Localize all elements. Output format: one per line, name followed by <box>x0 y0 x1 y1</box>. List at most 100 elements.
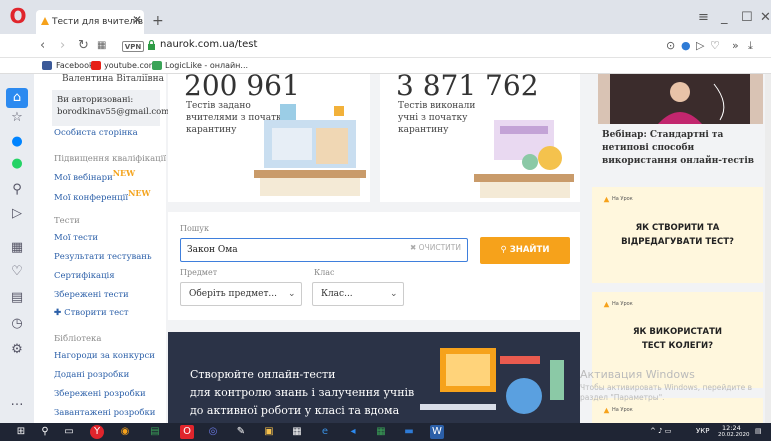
auth-line: Ви авторизовані: <box>57 95 134 105</box>
windows-activation-note: Чтобы активировать Windows, перейдите в … <box>580 383 753 402</box>
sidebar-item-create-test[interactable]: ✚ Створити тест <box>54 308 129 318</box>
stat-line: карантину <box>398 125 449 135</box>
banner-line: для контролю знань і залучення учнів <box>190 386 415 399</box>
opera-taskbar-icon[interactable]: O <box>180 425 194 439</box>
sidebar-item-my-tests[interactable]: Мої тести <box>54 233 98 243</box>
flow-icon[interactable]: ▷ <box>6 204 28 224</box>
naurok-logo-icon <box>603 407 610 414</box>
word-icon[interactable]: W <box>430 425 444 439</box>
more-icon[interactable]: » <box>732 39 739 52</box>
ad-brand: На Урок <box>612 301 633 307</box>
sidebar-item-conferences[interactable]: Мої конференціїNEW <box>54 188 150 203</box>
search-sidebar-icon[interactable]: ⚲ <box>6 180 28 200</box>
chevron-down-icon: ⌄ <box>288 289 296 299</box>
vpn-badge[interactable]: VPN <box>122 41 144 52</box>
sidebar-item-added-works[interactable]: Додані розробки <box>54 370 129 380</box>
star-icon[interactable]: ☆ <box>6 108 28 128</box>
page-scrollbar[interactable] <box>765 74 771 423</box>
tab-close-icon[interactable]: ✕ <box>132 13 142 27</box>
tray-time[interactable]: 12:24 <box>722 424 741 432</box>
subject-label: Предмет <box>180 268 218 277</box>
address-bar <box>0 34 771 58</box>
forward-icon[interactable]: › <box>60 38 65 53</box>
tray-date[interactable]: 20.02.2020 <box>718 432 750 438</box>
app-icon[interactable]: ◉ <box>118 425 132 439</box>
sidebar-item-contest-awards[interactable]: Нагороди за конкурси <box>54 351 155 361</box>
camera-icon[interactable]: ⊙ <box>666 39 675 52</box>
sidebar-item-saved-works[interactable]: Збережені розробки <box>54 389 146 399</box>
new-tab-icon[interactable]: + <box>152 13 164 29</box>
tray-icons[interactable]: ^ ♪ ▭ <box>650 427 671 435</box>
tray-lang[interactable]: УКР <box>696 427 709 435</box>
more-sidebar-icon[interactable]: … <box>6 392 28 412</box>
auth-box: Ви авторизовані: borodkinav55@gmail.com <box>52 90 170 126</box>
speed-dial-icon[interactable]: ▦ <box>97 40 106 51</box>
news-icon[interactable]: ▤ <box>6 288 28 308</box>
sidebar-item-test-results[interactable]: Результати тестувань <box>54 252 152 262</box>
webinar-title-line[interactable]: використання онлайн-тестів <box>602 156 754 166</box>
naurok-favicon-icon <box>41 17 49 25</box>
heart-sidebar-icon[interactable]: ♡ <box>6 262 28 282</box>
webinar-title-line[interactable]: Вебінар: Стандартні та <box>602 130 723 140</box>
url-input[interactable]: naurok.com.ua/test <box>160 39 257 50</box>
whatsapp-icon[interactable]: ● <box>6 154 28 174</box>
windows-start-icon[interactable]: ⊞ <box>14 425 28 439</box>
naurok-logo-icon <box>603 196 610 203</box>
desk-illustration <box>474 120 574 198</box>
bookmark-facebook[interactable]: Facebook <box>56 59 94 73</box>
opera-logo-icon[interactable]: O <box>8 6 28 26</box>
settings-icon[interactable]: ⚙ <box>6 340 28 360</box>
banner-line: до активної роботи у класі та вдома <box>190 404 400 417</box>
find-button[interactable]: ⚲ ЗНАЙТИ <box>480 237 570 264</box>
grid-icon[interactable]: ▦ <box>6 238 28 258</box>
facebook-icon <box>42 61 52 70</box>
ad-title-line: ВІДРЕДАГУВАТИ ТЕСТ? <box>621 237 734 247</box>
find-label: ЗНАЙТИ <box>509 245 550 255</box>
clear-search-button[interactable]: ✖ ОЧИСТИТИ <box>410 243 461 252</box>
edge-icon[interactable]: e <box>318 425 332 439</box>
heart-icon[interactable]: ♡ <box>710 39 720 52</box>
history-icon[interactable]: ◷ <box>6 314 28 334</box>
telegram-icon[interactable]: ◂ <box>346 425 360 439</box>
search-icon: ⚲ <box>500 245 510 255</box>
webinar-title-line[interactable]: нетипові способи <box>602 143 694 153</box>
minimize-icon[interactable]: _ <box>721 10 728 25</box>
close-window-icon[interactable]: ✕ <box>760 10 771 25</box>
store-icon[interactable]: ▣ <box>262 425 276 439</box>
subject-select[interactable]: Оберіть предмет... <box>180 282 302 306</box>
app-icon[interactable]: ▬ <box>402 425 416 439</box>
shield-icon[interactable]: ● <box>681 39 691 52</box>
logiclike-icon <box>152 61 162 70</box>
maximize-icon[interactable]: ☐ <box>741 10 753 25</box>
sidebar-item-certification[interactable]: Сертифікація <box>54 271 115 281</box>
tab-title: Тести для вчителів різни <box>52 17 144 27</box>
messenger-icon[interactable]: ● <box>6 132 28 152</box>
ad-title-line: ЯК ВИКОРИСТАТИ <box>632 327 723 337</box>
back-icon[interactable]: ‹ <box>40 38 45 53</box>
bookmark-youtube[interactable]: youtube.com <box>104 59 157 73</box>
task-view-icon[interactable]: ▭ <box>62 425 76 439</box>
browser-tab[interactable]: Тести для вчителів різни <box>36 10 144 34</box>
taskbar-search-icon[interactable]: ⚲ <box>38 425 52 439</box>
reload-icon[interactable]: ↻ <box>78 38 89 53</box>
menu-icon[interactable]: ≡ <box>698 10 709 25</box>
calculator-icon[interactable]: ▦ <box>290 425 304 439</box>
viber-icon[interactable]: ◎ <box>206 425 220 439</box>
notifications-icon[interactable]: ▤ <box>755 427 762 435</box>
sidebar-item-saved-tests[interactable]: Збережені тести <box>54 290 129 300</box>
sidebar-item-webinars[interactable]: Мої вебінариNEW <box>54 168 135 183</box>
sidebar-item-personal-page[interactable]: Особиста сторінка <box>54 128 138 138</box>
yandex-icon[interactable]: Y <box>90 425 104 439</box>
send-icon[interactable]: ▷ <box>696 39 704 52</box>
download-icon[interactable]: ⤓ <box>748 39 753 53</box>
auth-email: borodkinav55@gmail.com <box>57 107 170 117</box>
home-icon[interactable]: ⌂ <box>6 88 28 108</box>
windows-activation-watermark: Активация Windows <box>580 368 695 381</box>
ad-title: ЯК ВИКОРИСТАТИ ТЕСТ КОЛЕГИ? <box>592 325 763 353</box>
app-icon[interactable]: ✎ <box>234 425 248 439</box>
create-test-label: Створити тест <box>64 308 129 318</box>
app-icon[interactable]: ▦ <box>374 425 388 439</box>
app-icon[interactable]: ▤ <box>148 425 162 439</box>
sidebar-item-downloaded-works[interactable]: Завантажені розробки <box>54 408 155 418</box>
stat-line: учні з початку <box>398 113 468 123</box>
